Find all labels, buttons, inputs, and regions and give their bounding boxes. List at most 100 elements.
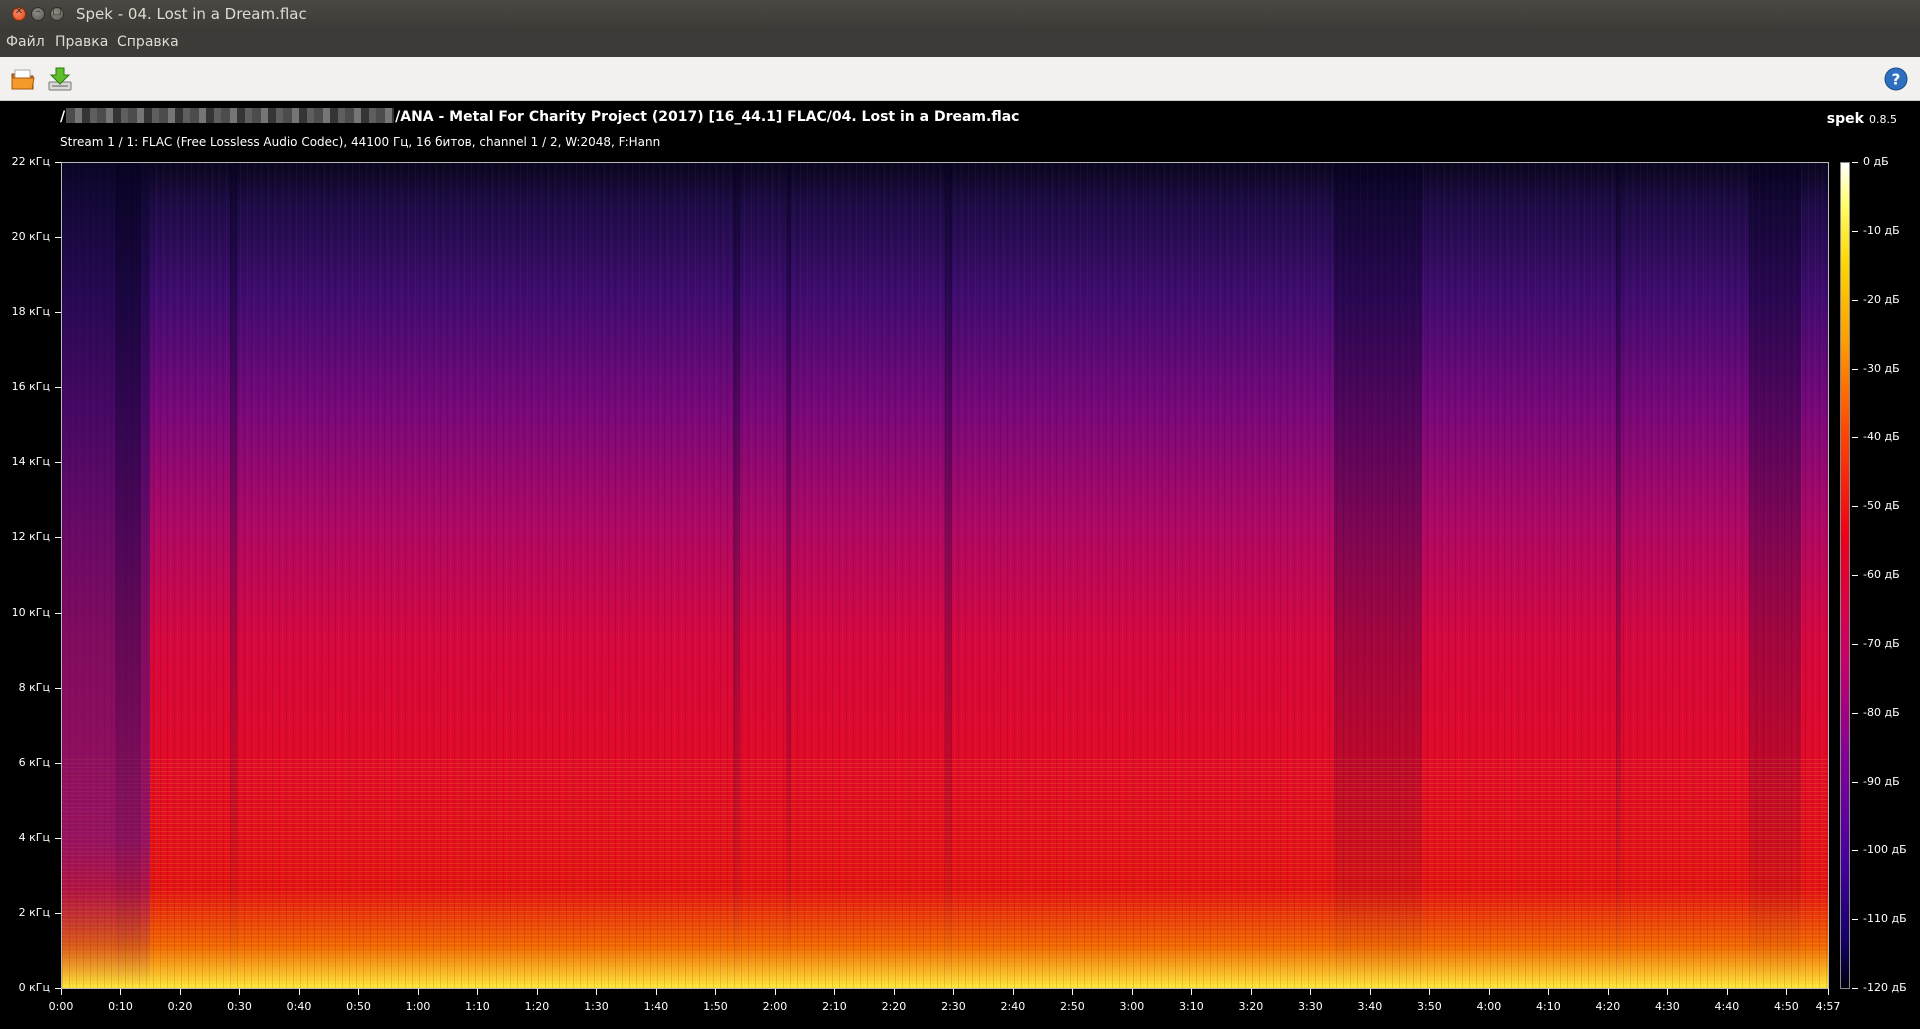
file-path-suffix: /ANA - Metal For Charity Project (2017) …	[395, 109, 1020, 125]
time-tick-label: 1:50	[703, 1000, 728, 1013]
menu-edit[interactable]: Правка	[55, 34, 108, 50]
time-tick	[596, 989, 598, 995]
stream-info: Stream 1 / 1: FLAC (Free Lossless Audio …	[60, 135, 661, 149]
brand-name: spek	[1826, 111, 1864, 127]
time-tick	[536, 989, 538, 995]
db-tick-label: -90 дБ	[1863, 774, 1900, 788]
time-tick-label: 0:50	[346, 1000, 371, 1013]
db-tick-label: -40 дБ	[1863, 430, 1900, 444]
time-tick	[893, 989, 895, 995]
time-tick-label: 0:10	[108, 1000, 133, 1013]
time-tick-label: 0:00	[48, 1000, 74, 1013]
menu-help[interactable]: Справка	[117, 34, 179, 50]
title-bar: ✕ – □ Spek - 04. Lost in a Dream.flac	[0, 0, 1920, 28]
time-tick	[120, 989, 122, 995]
time-tick	[953, 989, 955, 995]
db-tick	[1852, 988, 1858, 989]
db-tick	[1852, 230, 1858, 232]
time-tick	[715, 989, 717, 995]
db-tick-label: -120 дБ	[1863, 981, 1907, 994]
spectrogram-view: / /ANA - Metal For Charity Project (2017)…	[0, 101, 1920, 1029]
frequency-tick	[55, 837, 61, 839]
menu-file[interactable]: Файл	[6, 34, 45, 50]
open-file-icon	[11, 69, 35, 90]
time-tick-label: 0:30	[227, 1000, 252, 1013]
time-tick-label: 2:00	[762, 1000, 788, 1013]
frequency-tick	[55, 612, 61, 614]
db-colorbar	[1840, 162, 1850, 989]
time-tick-label: 4:40	[1714, 1000, 1740, 1013]
time-tick-label: 3:20	[1238, 1000, 1264, 1013]
spectrogram-quiet-band	[1748, 163, 1802, 988]
time-tick-label: 1:20	[524, 1000, 550, 1013]
spectrogram-quiet-band	[945, 163, 953, 988]
frequency-tick-label: 10 кГц	[11, 605, 50, 619]
db-tick-label: -80 дБ	[1863, 705, 1900, 719]
db-tick-label: -10 дБ	[1863, 223, 1900, 237]
spectrogram-quiet-band	[786, 163, 792, 988]
open-button[interactable]	[9, 65, 37, 93]
db-tick-label: -100 дБ	[1863, 843, 1907, 857]
time-tick	[1828, 989, 1829, 995]
frequency-tick-label: 4 кГц	[18, 830, 50, 844]
time-tick-label: 4:20	[1595, 1000, 1621, 1013]
time-tick-label: 4:30	[1655, 1000, 1680, 1013]
window-title: Spek - 04. Lost in a Dream.flac	[76, 5, 307, 23]
time-tick	[358, 989, 360, 995]
help-button[interactable]: ?	[1882, 65, 1910, 93]
frequency-tick-label: 22 кГц	[11, 155, 50, 168]
time-tick	[477, 989, 479, 995]
frequency-tick	[55, 537, 61, 539]
frequency-tick-label: 0 кГц	[18, 981, 50, 994]
time-tick	[1786, 989, 1788, 995]
frequency-tick-label: 16 кГц	[11, 380, 50, 394]
save-button[interactable]	[46, 65, 74, 93]
frequency-tick-label: 18 кГц	[11, 305, 50, 319]
time-tick	[417, 989, 419, 995]
spectrogram-quiet-band	[114, 163, 142, 988]
frequency-tick-label: 14 кГц	[11, 455, 50, 469]
db-tick	[1852, 437, 1858, 439]
db-tick	[1852, 162, 1858, 163]
spectrogram-plot	[61, 162, 1829, 989]
frequency-tick	[55, 687, 61, 689]
close-button[interactable]: ✕	[12, 6, 26, 21]
minimize-button[interactable]: –	[31, 6, 45, 21]
time-tick	[1310, 989, 1312, 995]
frequency-tick-label: 20 кГц	[11, 230, 50, 244]
time-tick	[298, 989, 300, 995]
frequency-tick-label: 8 кГц	[18, 680, 50, 694]
db-tick	[1852, 299, 1858, 301]
time-tick-label: 1:00	[405, 1000, 431, 1013]
frequency-tick	[55, 162, 61, 163]
time-tick-label: 3:10	[1179, 1000, 1204, 1013]
file-path: / /ANA - Metal For Charity Project (2017)…	[60, 108, 1019, 125]
time-tick-label: 1:10	[465, 1000, 490, 1013]
db-tick-label: -110 дБ	[1863, 912, 1907, 926]
redacted-path	[66, 108, 395, 123]
frequency-tick	[55, 237, 61, 239]
help-glyph: ?	[1892, 71, 1901, 89]
time-tick	[1072, 989, 1074, 995]
time-tick	[179, 989, 181, 995]
maximize-button[interactable]: □	[50, 6, 64, 21]
menu-bar: Файл Правка Справка	[0, 28, 1920, 57]
time-tick-label: 4:57	[1815, 1000, 1841, 1013]
time-tick-label: 1:30	[584, 1000, 609, 1013]
db-tick	[1852, 850, 1858, 852]
db-tick-label: -50 дБ	[1863, 499, 1900, 513]
db-tick	[1852, 575, 1858, 576]
time-tick	[1131, 989, 1133, 995]
time-tick	[1607, 989, 1609, 995]
db-tick-label: 0 дБ	[1863, 155, 1889, 168]
minimize-icon: –	[35, 6, 41, 17]
time-tick-label: 4:00	[1476, 1000, 1502, 1013]
frequency-tick-label: 12 кГц	[11, 530, 50, 544]
time-tick	[1369, 989, 1371, 995]
time-tick-label: 2:40	[1000, 1000, 1026, 1013]
frequency-tick-label: 2 кГц	[18, 905, 50, 919]
time-tick-label: 3:30	[1298, 1000, 1323, 1013]
time-tick-label: 2:10	[822, 1000, 847, 1013]
db-tick	[1852, 506, 1858, 508]
time-tick-label: 2:30	[941, 1000, 966, 1013]
